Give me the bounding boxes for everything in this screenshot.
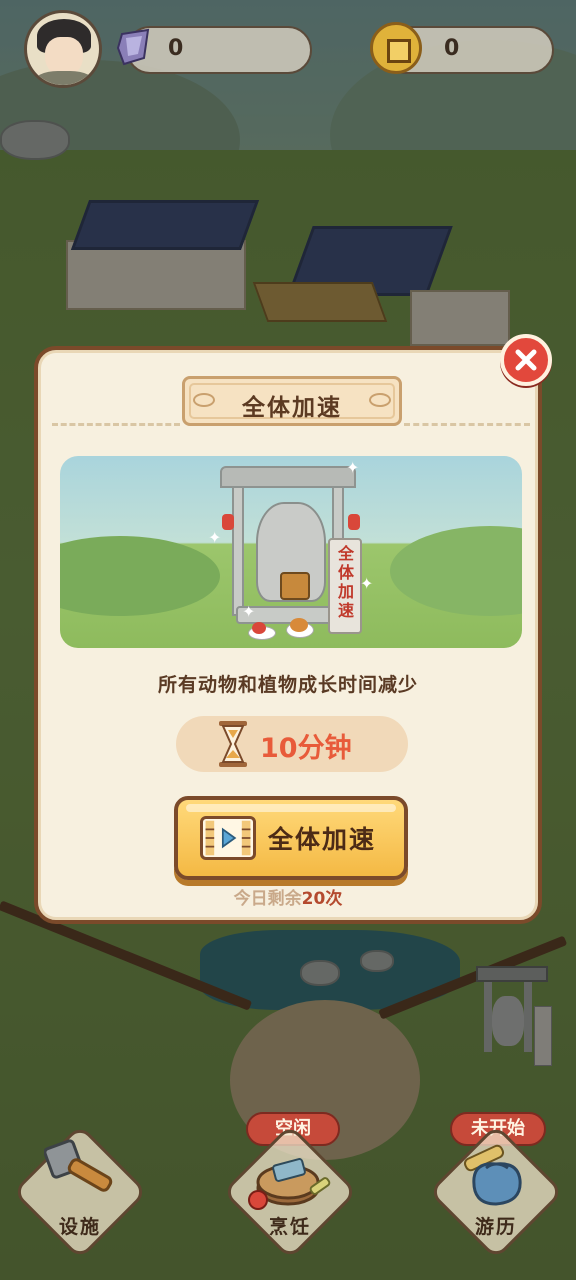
stele-text: 全体加速 (337, 544, 354, 620)
remaining-count: 20次 (301, 889, 343, 909)
watch-ad-speedup-button[interactable]: 全体加速 (174, 796, 408, 880)
cutting-board-icon (248, 1158, 331, 1210)
hammer-icon (44, 1139, 113, 1192)
title-plate: 全体加速 (182, 376, 402, 426)
incense-burner (280, 572, 310, 600)
speedup-stele: 全体加速 (328, 538, 362, 634)
remaining-prefix: 今日剩余 (233, 889, 302, 909)
duration-pill: 10分钟 (176, 716, 408, 772)
sparkle-icon: ✦ (208, 528, 222, 547)
shrine-illustration: 全体加速 ✦ ✦ ✦ ✦ (60, 456, 522, 648)
nav-facilities[interactable]: 设施 (12, 1124, 148, 1260)
dialog-title: 全体加速 (242, 395, 342, 421)
sparkle-icon: ✦ (242, 602, 256, 621)
nav-travel[interactable]: 游历 (428, 1124, 564, 1260)
travel-bag-icon (463, 1144, 522, 1206)
player-avatar[interactable] (24, 10, 102, 88)
copper-coin-icon (370, 22, 422, 74)
speedup-button-label: 全体加速 (268, 825, 377, 854)
divider (404, 423, 530, 426)
close-icon (515, 349, 537, 371)
sparkle-icon: ✦ (360, 574, 374, 593)
speedup-dialog: 全体加速 全体加速 ✦ ✦ ✦ ✦ 所有动物和植物成长时间减少 10分钟 全体加… (34, 346, 542, 924)
gem-value: 0 (168, 36, 184, 61)
close-button[interactable] (500, 334, 552, 386)
sparkle-icon: ✦ (346, 458, 360, 477)
coin-value: 0 (444, 36, 460, 61)
nav-cooking-label: 烹饪 (268, 1216, 311, 1238)
remaining-uses: 今日剩余20次 (38, 884, 538, 909)
video-ad-icon (200, 816, 256, 860)
hourglass-icon (219, 721, 247, 767)
nav-travel-label: 游历 (474, 1216, 517, 1238)
nav-cooking[interactable]: 烹饪 (222, 1124, 358, 1260)
divider (52, 423, 180, 426)
nav-facilities-label: 设施 (58, 1216, 101, 1238)
effect-description: 所有动物和植物成长时间减少 (157, 674, 418, 696)
duration-value: 10分钟 (260, 733, 352, 764)
crystal-gem-icon (116, 28, 150, 66)
